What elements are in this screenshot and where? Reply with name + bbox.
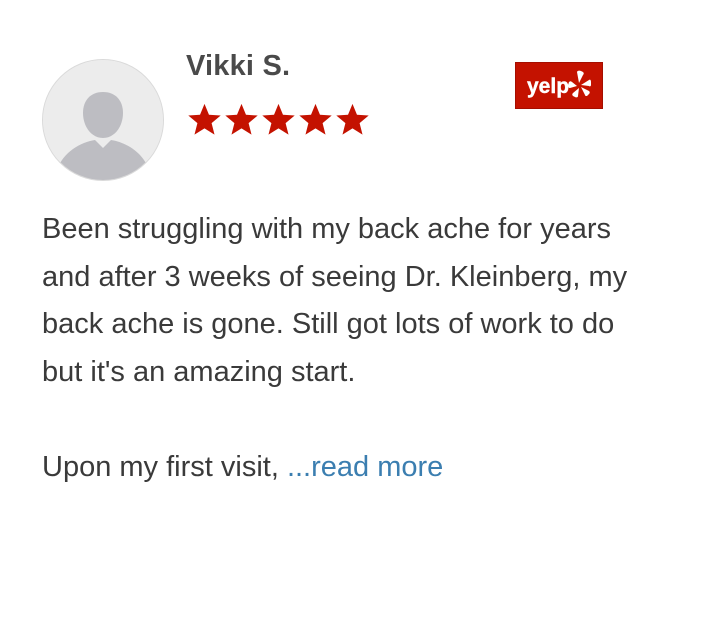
star-icon bbox=[299, 103, 332, 135]
star-rating bbox=[186, 100, 371, 142]
review-excerpt: Upon my first visit, bbox=[42, 450, 287, 483]
read-more-link[interactable]: ...read more bbox=[287, 451, 443, 483]
star-icon bbox=[336, 103, 369, 135]
star-icon bbox=[188, 103, 221, 135]
reviewer-name: Vikki S. bbox=[186, 50, 291, 82]
yelp-logo-icon[interactable]: yelp bbox=[515, 62, 603, 109]
avatar bbox=[42, 59, 164, 181]
review-paragraph-truncated: Upon my first visit, ...read more bbox=[42, 444, 642, 492]
review-paragraph: Been struggling with my back ache for ye… bbox=[42, 213, 628, 388]
svg-text:yelp: yelp bbox=[527, 75, 569, 98]
yelp-wordmark: yelp bbox=[527, 70, 591, 98]
star-icon bbox=[225, 103, 258, 135]
review-body: Been struggling with my back ache for ye… bbox=[42, 206, 642, 491]
review-card: Vikki S. yelp Been struggling with my ba… bbox=[0, 0, 703, 621]
star-icon bbox=[262, 103, 295, 135]
user-silhouette-icon bbox=[43, 60, 163, 180]
